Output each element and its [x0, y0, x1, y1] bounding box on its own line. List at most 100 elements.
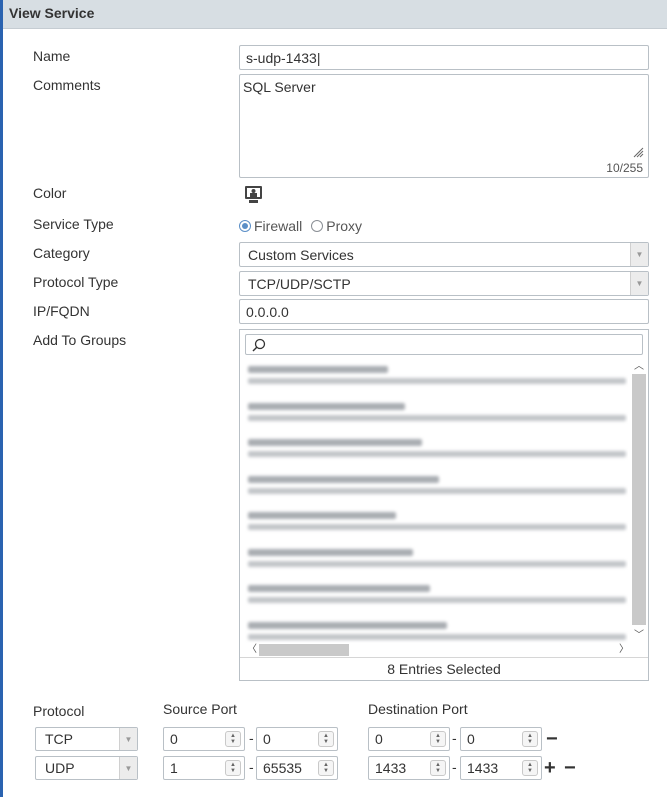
chevron-down-icon: ▼: [630, 243, 648, 266]
spinner-icon[interactable]: ▲ ▼: [318, 731, 334, 747]
dest-port-low-input[interactable]: 1433 ▲ ▼: [368, 756, 450, 780]
group-item-members: [248, 378, 626, 384]
scrollbar-thumb[interactable]: [632, 374, 646, 625]
spinner-icon[interactable]: ▲ ▼: [522, 731, 538, 747]
ip-fqdn-input[interactable]: 0.0.0.0: [239, 299, 649, 324]
group-item-name: [248, 512, 396, 519]
group-item-name: [248, 402, 405, 410]
name-label: Name: [33, 48, 71, 64]
scroll-up-icon[interactable]: ︿: [631, 360, 647, 374]
dialog-header: View Service: [3, 0, 667, 29]
source-port-low-value: 1: [170, 760, 178, 776]
groups-list-box: ︿ ﹀ 〈 〉 8 Entries Selected: [239, 329, 649, 681]
source-port-high-input[interactable]: 0 ▲ ▼: [256, 727, 338, 751]
spinner-icon[interactable]: ▲ ▼: [430, 731, 446, 747]
source-port-low-value: 0: [170, 731, 178, 747]
search-icon: [252, 338, 266, 352]
group-list-item[interactable]: [248, 475, 626, 494]
service-type-label: Service Type: [33, 216, 114, 232]
minus-icon[interactable]: −: [564, 758, 576, 778]
range-separator: -: [452, 730, 457, 746]
protocol-value: TCP: [45, 731, 73, 747]
dialog-title: View Service: [9, 5, 95, 21]
spinner-icon[interactable]: ▲ ▼: [318, 760, 334, 776]
firewall-radio[interactable]: [239, 220, 251, 232]
comments-label: Comments: [33, 77, 101, 93]
plus-icon[interactable]: +: [544, 758, 556, 778]
protocol-select[interactable]: UDP ▼: [35, 756, 138, 780]
name-value: s-udp-1433|: [246, 49, 321, 66]
protocol-value: UDP: [45, 760, 75, 776]
range-separator: -: [452, 759, 457, 775]
group-item-name: [248, 548, 413, 556]
source-port-header: Source Port: [163, 701, 237, 717]
source-port-high-value: 65535: [263, 760, 302, 776]
groups-list[interactable]: [245, 360, 628, 643]
dest-port-low-value: 1433: [375, 760, 407, 776]
color-label: Color: [33, 185, 67, 201]
source-port-high-value: 0: [263, 731, 271, 747]
group-list-item[interactable]: [248, 402, 626, 421]
group-list-item[interactable]: [248, 585, 626, 603]
view-service-dialog: View Service Name s-udp-1433| Comments S…: [0, 0, 667, 797]
spinner-icon[interactable]: ▲ ▼: [225, 731, 241, 747]
dest-port-high-input[interactable]: 0 ▲ ▼: [460, 727, 542, 751]
group-list-item[interactable]: [248, 366, 626, 384]
vertical-scrollbar[interactable]: ︿ ﹀: [631, 360, 647, 643]
horizontal-scrollbar[interactable]: 〈 〉: [245, 643, 631, 657]
group-item-name: [248, 621, 447, 629]
group-item-name: [248, 585, 430, 592]
range-separator: -: [249, 759, 254, 775]
category-select[interactable]: Custom Services ▼: [239, 242, 649, 267]
minus-icon[interactable]: −: [546, 729, 558, 749]
scroll-left-icon[interactable]: 〈: [245, 643, 259, 657]
category-value: Custom Services: [248, 246, 354, 263]
group-list-item[interactable]: [248, 621, 626, 640]
groups-search-input[interactable]: [245, 334, 643, 355]
scroll-down-icon[interactable]: ﹀: [631, 629, 647, 643]
spinner-icon[interactable]: ▲ ▼: [430, 760, 446, 776]
destination-port-header: Destination Port: [368, 701, 468, 717]
dest-port-low-input[interactable]: 0 ▲ ▼: [368, 727, 450, 751]
protocol-select[interactable]: TCP ▼: [35, 727, 138, 751]
group-item-name: [248, 475, 439, 483]
name-input[interactable]: s-udp-1433|: [239, 45, 649, 70]
protocol-header: Protocol: [33, 703, 85, 719]
monitor-icon[interactable]: [244, 185, 263, 204]
spinner-icon[interactable]: ▲ ▼: [522, 760, 538, 776]
dest-port-high-input[interactable]: 1433 ▲ ▼: [460, 756, 542, 780]
comments-value: SQL Server: [243, 79, 316, 95]
proxy-radio-label: Proxy: [326, 218, 363, 234]
spinner-icon[interactable]: ▲ ▼: [225, 760, 241, 776]
scroll-right-icon[interactable]: 〉: [617, 643, 631, 657]
protocol-type-value: TCP/UDP/SCTP: [248, 275, 351, 292]
group-item-members: [248, 633, 626, 640]
ip-fqdn-label: IP/FQDN: [33, 303, 90, 319]
group-item-members: [248, 524, 626, 530]
group-item-members: [248, 560, 626, 567]
chevron-down-icon: ▼: [630, 272, 648, 295]
category-label: Category: [33, 245, 90, 261]
comments-textarea[interactable]: SQL Server 10/255: [239, 74, 649, 178]
source-port-low-input[interactable]: 1 ▲ ▼: [163, 756, 245, 780]
firewall-radio-label: Firewall: [254, 218, 303, 234]
group-item-members: [248, 414, 626, 421]
ip-fqdn-value: 0.0.0.0: [246, 303, 289, 320]
scrollbar-thumb[interactable]: [259, 644, 349, 656]
add-to-groups-label: Add To Groups: [33, 332, 127, 348]
dest-port-high-value: 0: [467, 731, 475, 747]
source-port-high-input[interactable]: 65535 ▲ ▼: [256, 756, 338, 780]
proxy-radio[interactable]: [311, 220, 324, 232]
source-port-low-input[interactable]: 0 ▲ ▼: [163, 727, 245, 751]
group-item-members: [248, 487, 626, 494]
group-item-members: [248, 451, 626, 457]
resize-grip-icon[interactable]: [632, 146, 644, 158]
service-type-radio-group: Firewall Proxy: [239, 218, 362, 234]
group-list-item[interactable]: [248, 439, 626, 457]
group-list-item[interactable]: [248, 512, 626, 530]
protocol-type-select[interactable]: TCP/UDP/SCTP ▼: [239, 271, 649, 296]
group-item-name: [248, 366, 388, 373]
chevron-down-icon: ▼: [119, 757, 137, 779]
group-list-item[interactable]: [248, 548, 626, 567]
comments-char-count: 10/255: [606, 161, 643, 175]
